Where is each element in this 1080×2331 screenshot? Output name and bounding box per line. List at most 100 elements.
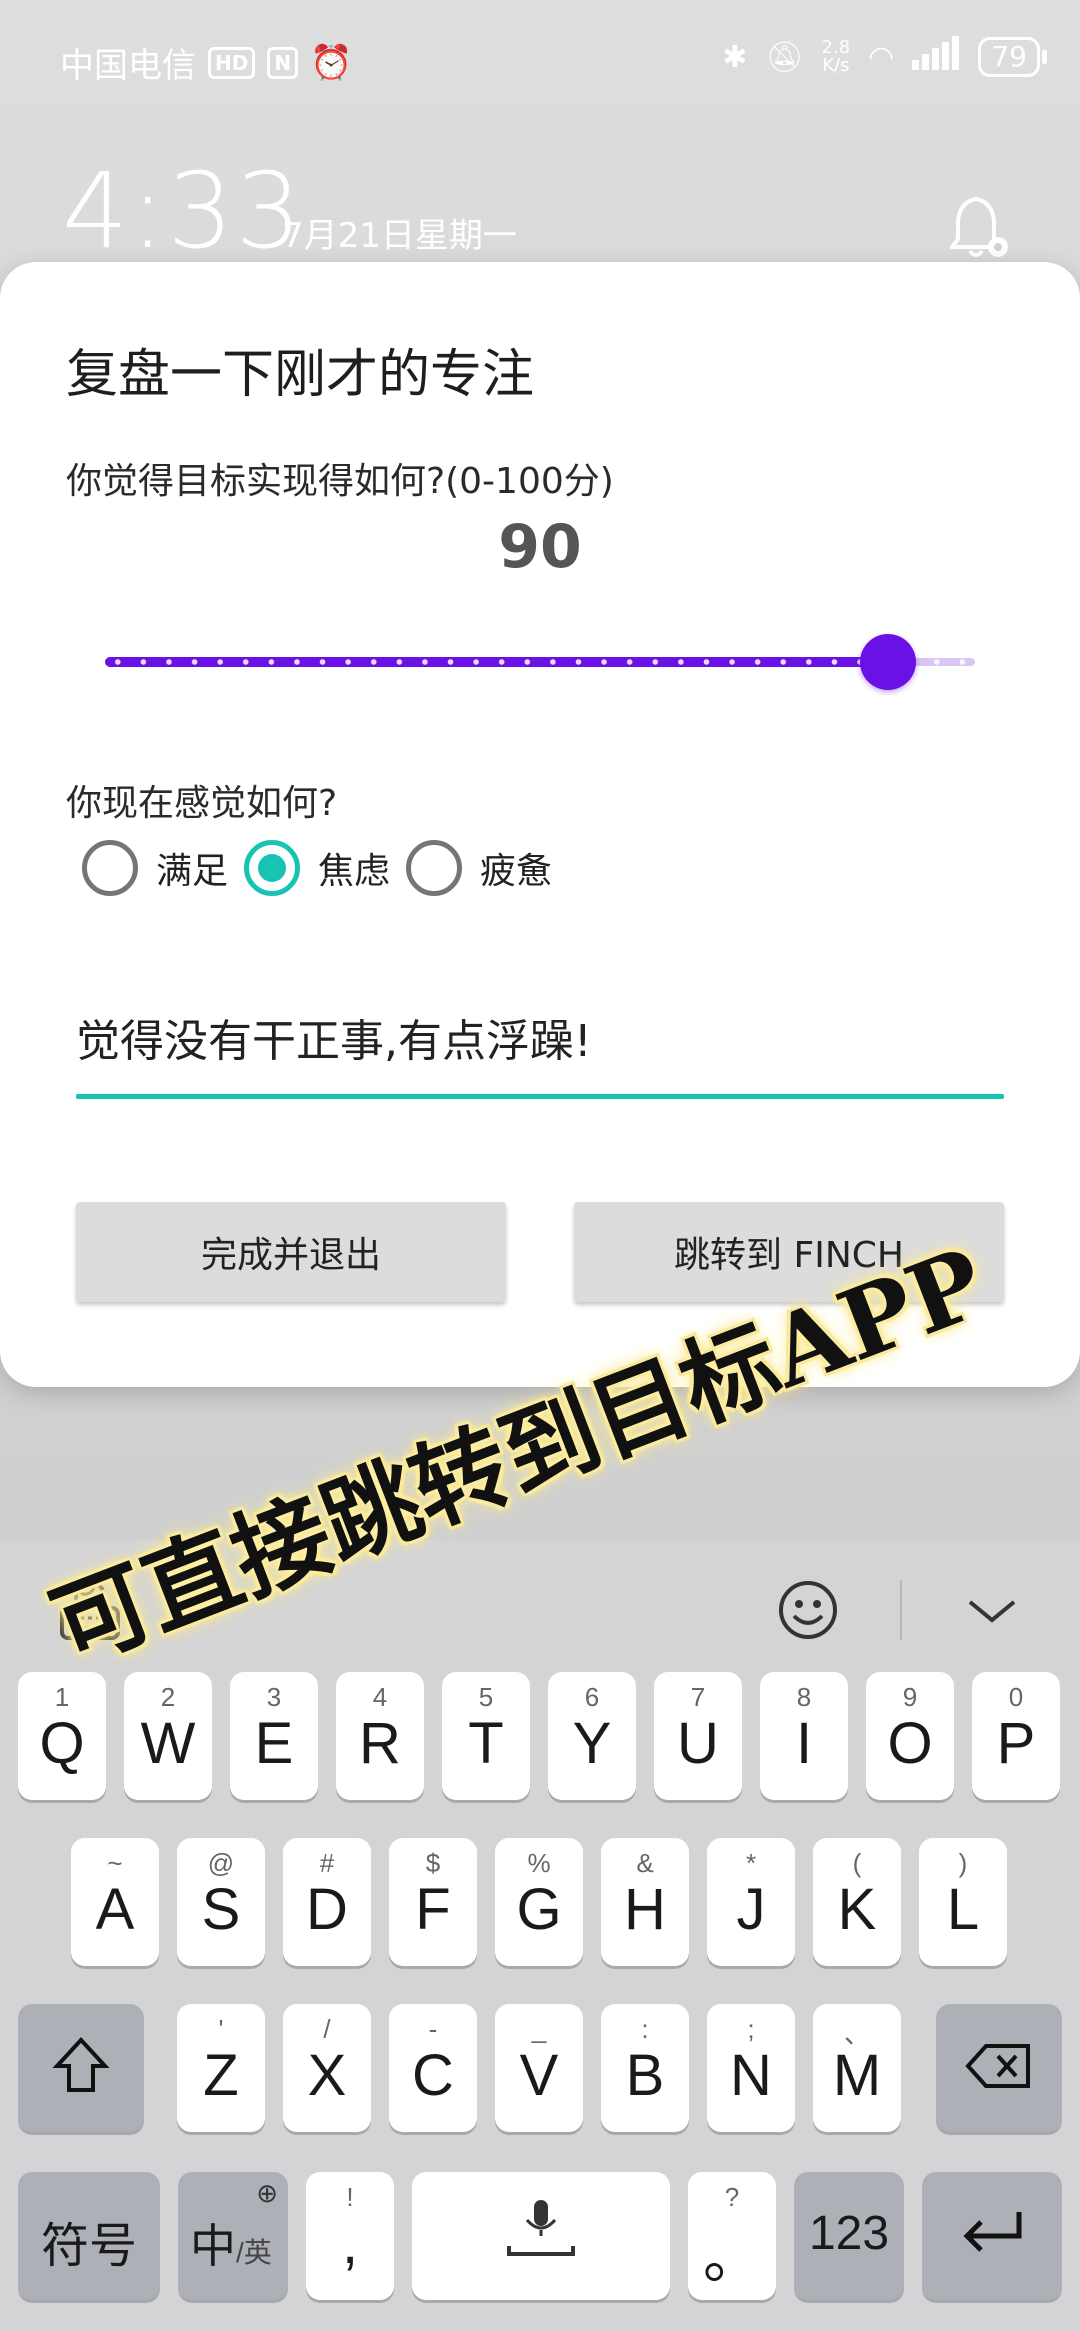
key-hint: / xyxy=(323,2014,331,2044)
score-slider[interactable] xyxy=(105,632,975,692)
nfc-icon: N xyxy=(267,46,299,79)
globe-icon: ⊕ xyxy=(256,2178,278,2208)
enter-arrow-icon xyxy=(922,2202,1062,2265)
key-o[interactable]: 9O xyxy=(866,1672,954,1800)
numbers-key[interactable]: 123 xyxy=(794,2172,904,2300)
comma-key-sub: ! xyxy=(346,2182,354,2212)
key-hint: * xyxy=(745,1848,757,1878)
microphone-icon xyxy=(412,2192,670,2275)
key-a[interactable]: ~ A xyxy=(71,1838,159,1966)
key-l[interactable]: ) L xyxy=(919,1838,1007,1966)
hide-keyboard-chevron-icon[interactable] xyxy=(960,1578,1024,1642)
language-key-main: 中 xyxy=(190,2220,236,2272)
key-y[interactable]: 6Y xyxy=(548,1672,636,1800)
note-input[interactable] xyxy=(76,992,1004,1082)
key-letter: G xyxy=(516,1877,562,1942)
key-p[interactable]: 0P xyxy=(972,1672,1060,1800)
key-letter: H xyxy=(624,1877,666,1942)
net-speed-unit: K/s xyxy=(822,55,850,76)
feeling-question-label: 你现在感觉如何? xyxy=(66,783,338,824)
key-t[interactable]: 5T xyxy=(442,1672,530,1800)
key-w[interactable]: 2W xyxy=(124,1672,212,1800)
key-letter: T xyxy=(468,1711,504,1776)
key-letter: J xyxy=(736,1877,766,1942)
key-d[interactable]: # D xyxy=(283,1838,371,1966)
shift-icon xyxy=(18,2034,144,2101)
key-hint: 8 xyxy=(796,1682,812,1712)
net-speed: 2.8 K/s xyxy=(822,39,851,75)
space-key[interactable] xyxy=(412,2172,670,2300)
key-letter: X xyxy=(307,2043,347,2108)
lockscreen-time: 4:33 xyxy=(62,150,304,272)
radio-button-selected[interactable] xyxy=(244,840,301,896)
key-s[interactable]: @ S xyxy=(177,1838,265,1966)
key-e[interactable]: 3E xyxy=(230,1672,318,1800)
wifi-icon: ◠ xyxy=(868,39,895,75)
keyboard: 1 Q 2 W 3 E 4 R 5 T 6 Y 7 U 8 I 9 O 0 P ~ A @ S # D $ F% G & H * J(K) L ' Z… xyxy=(0,1540,1080,2331)
key-letter: K xyxy=(837,1877,877,1942)
radio-option-anxious[interactable]: 焦虑 xyxy=(244,840,390,896)
language-switch-key[interactable]: ⊕ 中/英 xyxy=(178,2172,288,2300)
radio-button[interactable] xyxy=(406,840,463,896)
enter-key[interactable] xyxy=(922,2172,1062,2300)
symbols-key-label: 符号 xyxy=(40,2220,137,2273)
key-m[interactable]: 、 M xyxy=(813,2004,901,2132)
key-x[interactable]: / X xyxy=(283,2004,371,2132)
key-hint: ) xyxy=(958,1848,968,1878)
key-letter: B xyxy=(625,2043,665,2108)
key-i[interactable]: 8I xyxy=(760,1672,848,1800)
key-c[interactable]: -C xyxy=(389,2004,477,2132)
key-v[interactable]: _ V xyxy=(495,2004,583,2132)
backspace-key[interactable] xyxy=(936,2004,1062,2132)
key-hint: 3 xyxy=(266,1682,282,1712)
key-letter: I xyxy=(795,1711,813,1776)
slider-thumb[interactable] xyxy=(860,634,916,690)
radio-button[interactable] xyxy=(82,840,138,896)
carrier-label: 中国电信 xyxy=(60,46,196,86)
key-q[interactable]: 1Q xyxy=(18,1672,106,1800)
key-letter: E xyxy=(254,1711,294,1776)
emoji-icon[interactable] xyxy=(776,1578,840,1642)
key-hint: - xyxy=(428,2014,438,2044)
shift-key[interactable] xyxy=(18,2004,144,2132)
key-g[interactable]: % G xyxy=(495,1838,583,1966)
period-key-main: 。 xyxy=(702,2225,761,2290)
key-hint: # xyxy=(319,1848,335,1878)
key-hint: % xyxy=(527,1848,551,1878)
score-value: 90 xyxy=(498,512,582,582)
radio-label: 满足 xyxy=(156,851,229,892)
key-b[interactable]: :B xyxy=(601,2004,689,2132)
comma-key[interactable]: ! , xyxy=(306,2172,394,2300)
key-r[interactable]: 4R xyxy=(336,1672,424,1800)
key-hint: 7 xyxy=(690,1682,706,1712)
key-z[interactable]: ' Z xyxy=(177,2004,265,2132)
radio-option-satisfied[interactable]: 满足 xyxy=(82,840,228,896)
slider-ticks xyxy=(105,658,975,666)
key-hint: 5 xyxy=(478,1682,494,1712)
symbols-key[interactable]: 符号 xyxy=(18,2172,160,2300)
radio-label: 焦虑 xyxy=(318,851,391,892)
comma-key-main: , xyxy=(341,2211,359,2276)
key-letter: D xyxy=(306,1877,348,1942)
key-letter: U xyxy=(677,1711,719,1776)
feeling-radio-group: 满足 焦虑 疲惫 xyxy=(82,840,568,896)
finish-and-exit-button[interactable]: 完成并退出 xyxy=(76,1202,506,1302)
key-n[interactable]: ; N xyxy=(707,2004,795,2132)
note-input-underline xyxy=(76,1094,1004,1099)
key-hint: 2 xyxy=(160,1682,176,1712)
key-letter: N xyxy=(730,2043,772,2108)
radio-option-tired[interactable]: 疲惫 xyxy=(406,840,552,896)
period-key[interactable]: ? 。 xyxy=(688,2172,776,2300)
key-letter: F xyxy=(415,1877,451,1942)
key-hint: : xyxy=(641,2014,649,2044)
backspace-icon xyxy=(936,2038,1062,2097)
key-h[interactable]: & H xyxy=(601,1838,689,1966)
key-letter: L xyxy=(946,1877,980,1942)
key-hint: _ xyxy=(531,2014,547,2044)
key-u[interactable]: 7U xyxy=(654,1672,742,1800)
key-j[interactable]: * J xyxy=(707,1838,795,1966)
key-f[interactable]: $ F xyxy=(389,1838,477,1966)
key-letter: P xyxy=(996,1711,1036,1776)
key-k[interactable]: (K xyxy=(813,1838,901,1966)
notification-settings-icon[interactable] xyxy=(948,195,1010,261)
